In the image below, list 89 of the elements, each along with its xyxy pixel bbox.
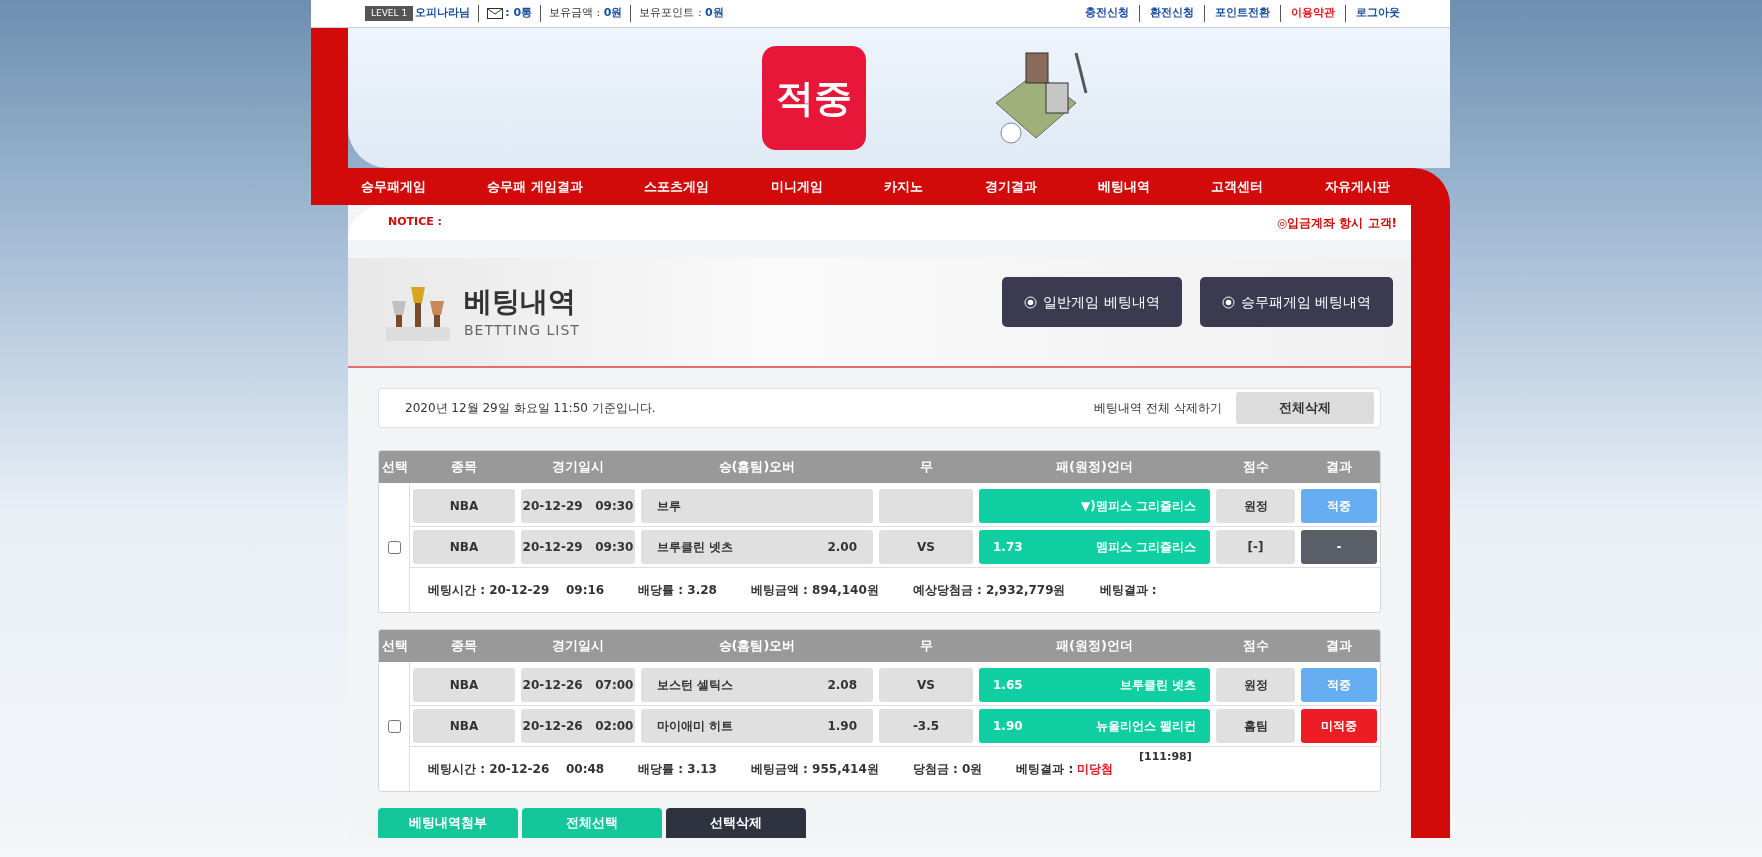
column-header: 점수 bbox=[1241, 458, 1270, 477]
summary-text: 베팅시간 : 20-12-26 00:48 bbox=[428, 761, 605, 778]
message-count: : 0통 bbox=[503, 5, 542, 22]
result-badge: - bbox=[1301, 530, 1377, 564]
table-cell: 마이애미 히트 1.90 bbox=[641, 709, 873, 743]
table-cell: 20-12-26 07:00 bbox=[521, 668, 635, 702]
away-odds-cell: 1.65 브루클린 넷츠 bbox=[979, 668, 1210, 702]
column-header: 경기일시 bbox=[551, 637, 605, 656]
date-text: 2020년 12월 29일 화요일 11:50 기준입니다. bbox=[405, 400, 656, 417]
summary-text: 베팅금액 : 894,140원 bbox=[750, 582, 879, 599]
delete-all-button[interactable]: 전체삭제 bbox=[1236, 392, 1374, 424]
nav-item[interactable]: 베팅내역 bbox=[1098, 176, 1151, 197]
radio-icon bbox=[1221, 295, 1235, 309]
summary-text: 배당률 : 3.28 bbox=[638, 582, 717, 599]
result-badge: 적중 bbox=[1301, 668, 1377, 702]
nav-item[interactable]: 스포츠게임 bbox=[644, 176, 710, 197]
summary-text: 배당률 : 3.13 bbox=[638, 761, 717, 778]
summary-text: 당첨금 : 0원 bbox=[912, 761, 983, 778]
table-cell: [-] bbox=[1216, 530, 1295, 564]
table-cell: NBA bbox=[413, 530, 515, 564]
history-tab-button[interactable]: 승무패게임 베팅내역 bbox=[1199, 277, 1393, 327]
column-header: 선택 bbox=[380, 637, 409, 656]
away-odds-cell: 1.90 뉴올리언스 펠리컨 bbox=[979, 709, 1210, 743]
notice-message: ◎입금계좌 항시 고객! bbox=[1276, 214, 1397, 232]
table-cell: NBA bbox=[413, 709, 515, 743]
nav-item[interactable]: 승무패게임 bbox=[361, 176, 426, 197]
column-header: 경기일시 bbox=[551, 458, 605, 477]
score-note: [111:98] bbox=[1139, 749, 1192, 765]
table-cell: 20-12-29 09:30 bbox=[521, 530, 635, 564]
column-header: 승(홈팀)오버 bbox=[717, 637, 797, 656]
top-link[interactable]: 이용약관 bbox=[1281, 5, 1346, 22]
mail-icon bbox=[487, 8, 504, 19]
result-badge: 적중 bbox=[1301, 489, 1377, 523]
username: 오피나라님 bbox=[415, 5, 480, 22]
table-cell: NBA bbox=[413, 489, 515, 523]
top-link[interactable]: 로그아웃 bbox=[1346, 5, 1410, 22]
table-cell: 20-12-26 02:00 bbox=[521, 709, 635, 743]
page-subtitle: BETTTING LIST bbox=[464, 320, 580, 340]
table-cell: 홈팀 bbox=[1216, 709, 1295, 743]
delete-all-label: 베팅내역 전체 삭제하기 bbox=[1094, 400, 1222, 417]
column-header: 종목 bbox=[450, 458, 478, 477]
summary-text: 베팅결과 : 미당첨 bbox=[1016, 761, 1114, 778]
table-cell: 20-12-29 09:30 bbox=[521, 489, 635, 523]
balance-text: 보유금액 : 0원 bbox=[541, 5, 632, 22]
top-link[interactable]: 충전신청 bbox=[1075, 5, 1140, 22]
column-header: 선택 bbox=[380, 458, 409, 477]
top-link[interactable]: 환전신청 bbox=[1140, 5, 1205, 22]
level-badge: LEVEL 1 bbox=[365, 5, 414, 22]
away-odds-cell: 1.73 멤피스 그리즐리스 bbox=[979, 530, 1210, 564]
nav-item[interactable]: 미니게임 bbox=[770, 176, 823, 197]
nav-item[interactable]: 카지노 bbox=[884, 176, 924, 197]
column-header: 무 bbox=[918, 637, 934, 656]
nav-item[interactable]: 자유게시판 bbox=[1324, 176, 1390, 197]
result-badge: 미적중 bbox=[1301, 709, 1377, 743]
table-cell: VS bbox=[879, 530, 973, 564]
column-header: 패(원정)언더 bbox=[1055, 458, 1134, 477]
column-header: 종목 bbox=[450, 637, 478, 656]
balance-text: 보유포인트 : 0원 bbox=[638, 5, 725, 22]
table-cell: 원정 bbox=[1216, 489, 1295, 523]
action-button[interactable]: 선택삭제 bbox=[666, 808, 806, 838]
nav-item[interactable]: 경기결과 bbox=[984, 176, 1037, 197]
summary-text: 베팅금액 : 955,414원 bbox=[750, 761, 879, 778]
history-tab-button[interactable]: 일반게임 베팅내역 bbox=[1002, 277, 1182, 327]
column-header: 결과 bbox=[1325, 458, 1353, 477]
column-header: 점수 bbox=[1241, 637, 1270, 656]
summary-text: 베팅결과 : bbox=[1099, 582, 1158, 599]
notice-label: NOTICE : bbox=[388, 214, 442, 231]
top-link[interactable]: 포인트전환 bbox=[1205, 5, 1281, 22]
column-header: 패(원정)언더 bbox=[1055, 637, 1134, 656]
table-cell: 브루 bbox=[641, 489, 873, 523]
nav-item[interactable]: 승무패 게임결과 bbox=[487, 176, 583, 197]
radio-icon bbox=[1024, 295, 1038, 309]
page-title: 베팅내역 bbox=[464, 283, 577, 320]
row-checkbox[interactable] bbox=[387, 720, 401, 733]
site-logo[interactable]: 적중 bbox=[762, 46, 866, 150]
away-odds-cell: ▼)멤피스 그리즐리스 bbox=[979, 489, 1210, 523]
summary-text: 베팅시간 : 20-12-29 09:16 bbox=[428, 582, 605, 599]
column-header: 결과 bbox=[1325, 637, 1353, 656]
nav-item[interactable]: 고객센터 bbox=[1211, 176, 1264, 197]
table-cell: NBA bbox=[413, 668, 515, 702]
table-cell: 브루클린 넷츠 2.00 bbox=[641, 530, 873, 564]
column-header: 승(홈팀)오버 bbox=[717, 458, 797, 477]
table-cell: VS bbox=[879, 668, 973, 702]
row-checkbox[interactable] bbox=[387, 541, 401, 554]
table-cell: 원정 bbox=[1216, 668, 1295, 702]
summary-text: 예상당첨금 : 2,932,779원 bbox=[912, 582, 1066, 599]
table-cell: -3.5 bbox=[879, 709, 973, 743]
table-cell: 보스턴 셀틱스 2.08 bbox=[641, 668, 873, 702]
column-header: 무 bbox=[918, 458, 934, 477]
